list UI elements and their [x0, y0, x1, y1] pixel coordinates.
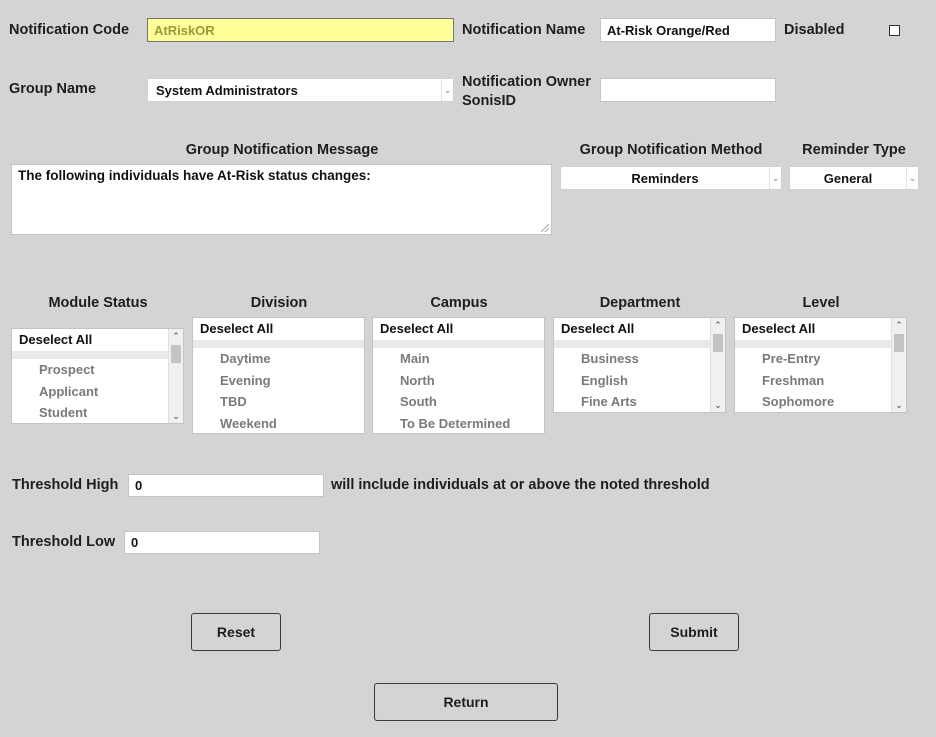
reminder-type-value: General — [823, 170, 873, 186]
campus-deselect-all[interactable]: Deselect All — [373, 318, 544, 340]
list-item[interactable]: Student — [12, 402, 183, 423]
list-item[interactable]: Applicant — [12, 381, 183, 403]
reminder-type-header: Reminder Type — [802, 142, 906, 158]
list-item[interactable]: Daytime — [193, 348, 364, 370]
disabled-label: Disabled — [784, 22, 845, 38]
list-item[interactable]: South — [373, 391, 544, 413]
list-item[interactable]: TBD — [193, 391, 364, 413]
chevron-down-icon: ⌄ — [769, 167, 781, 189]
campus-header: Campus — [430, 295, 488, 311]
scrollbar-thumb[interactable] — [171, 345, 181, 363]
list-separator — [193, 340, 364, 348]
module-status-deselect-all[interactable]: Deselect All — [12, 329, 183, 351]
campus-listbox[interactable]: Deselect All Main North South To Be Dete… — [372, 317, 545, 434]
list-item[interactable]: English — [554, 370, 725, 392]
list-separator — [12, 351, 183, 359]
arrow-up-icon[interactable]: ⌃ — [169, 329, 183, 343]
level-deselect-all[interactable]: Deselect All — [735, 318, 906, 340]
list-item[interactable]: Pre-Entry — [735, 348, 906, 370]
resize-grip-icon[interactable] — [541, 224, 549, 232]
threshold-low-label: Threshold Low — [12, 534, 116, 550]
notification-owner-label: Notification Owner SonisID — [462, 73, 591, 111]
notification-code-input[interactable]: AtRiskOR — [147, 18, 454, 42]
list-item[interactable]: North — [373, 370, 544, 392]
reminder-type-select[interactable]: General ⌄ — [789, 166, 919, 190]
group-name-select[interactable]: System Administrators ⌄ — [147, 78, 454, 102]
disabled-checkbox[interactable] — [889, 25, 900, 36]
division-header: Division — [250, 295, 308, 311]
list-item[interactable]: Business — [554, 348, 725, 370]
department-header: Department — [599, 295, 681, 311]
group-name-value: System Administrators — [156, 82, 298, 98]
scrollbar[interactable]: ⌃ ⌄ — [710, 318, 725, 412]
list-item[interactable]: Weekend — [193, 413, 364, 434]
scrollbar-thumb[interactable] — [894, 334, 904, 352]
list-item[interactable]: Prospect — [12, 359, 183, 381]
arrow-up-icon[interactable]: ⌃ — [711, 318, 725, 332]
division-listbox[interactable]: Deselect All Daytime Evening TBD Weekend — [192, 317, 365, 434]
group-notification-message-textarea[interactable]: The following individuals have At-Risk s… — [11, 164, 552, 235]
list-item[interactable]: Fine Arts — [554, 391, 725, 412]
group-notification-method-value: Reminders — [631, 170, 699, 186]
group-notification-method-header: Group Notification Method — [579, 142, 763, 158]
level-listbox[interactable]: Deselect All Pre-Entry Freshman Sophomor… — [734, 317, 907, 413]
group-name-label: Group Name — [9, 81, 97, 97]
list-item[interactable]: Main — [373, 348, 544, 370]
owner-label-line2: SonisID — [462, 93, 516, 109]
threshold-high-label: Threshold High — [12, 477, 119, 493]
submit-button[interactable]: Submit — [649, 613, 739, 651]
chevron-down-icon: ⌄ — [441, 79, 453, 101]
notification-owner-input[interactable] — [600, 78, 776, 102]
list-item[interactable]: Sophomore — [735, 391, 906, 412]
arrow-down-icon[interactable]: ⌄ — [711, 398, 725, 412]
threshold-high-note: will include individuals at or above the… — [331, 477, 710, 493]
department-deselect-all[interactable]: Deselect All — [554, 318, 725, 340]
threshold-high-input[interactable]: 0 — [128, 474, 324, 497]
return-button[interactable]: Return — [374, 683, 558, 721]
arrow-down-icon[interactable]: ⌄ — [892, 398, 906, 412]
list-separator — [554, 340, 725, 348]
module-status-listbox[interactable]: Deselect All Prospect Applicant Student … — [11, 328, 184, 424]
reset-button[interactable]: Reset — [191, 613, 281, 651]
level-header: Level — [802, 295, 840, 311]
group-notification-message-header: Group Notification Message — [185, 142, 379, 158]
arrow-up-icon[interactable]: ⌃ — [892, 318, 906, 332]
notification-name-label: Notification Name — [462, 22, 586, 38]
list-separator — [373, 340, 544, 348]
notification-code-label: Notification Code — [9, 22, 130, 38]
owner-label-line1: Notification Owner — [462, 74, 591, 90]
division-deselect-all[interactable]: Deselect All — [193, 318, 364, 340]
threshold-low-input[interactable]: 0 — [124, 531, 320, 554]
list-separator — [735, 340, 906, 348]
notification-name-input[interactable]: At-Risk Orange/Red — [600, 18, 776, 42]
scrollbar[interactable]: ⌃ ⌄ — [168, 329, 183, 423]
list-item[interactable]: Evening — [193, 370, 364, 392]
group-notification-message-text: The following individuals have At-Risk s… — [18, 168, 371, 183]
scrollbar[interactable]: ⌃ ⌄ — [891, 318, 906, 412]
arrow-down-icon[interactable]: ⌄ — [169, 409, 183, 423]
module-status-header: Module Status — [48, 295, 148, 311]
group-notification-method-select[interactable]: Reminders ⌄ — [560, 166, 782, 190]
department-listbox[interactable]: Deselect All Business English Fine Arts … — [553, 317, 726, 413]
scrollbar-thumb[interactable] — [713, 334, 723, 352]
list-item[interactable]: Freshman — [735, 370, 906, 392]
chevron-down-icon: ⌄ — [906, 167, 918, 189]
list-item[interactable]: To Be Determined — [373, 413, 544, 434]
